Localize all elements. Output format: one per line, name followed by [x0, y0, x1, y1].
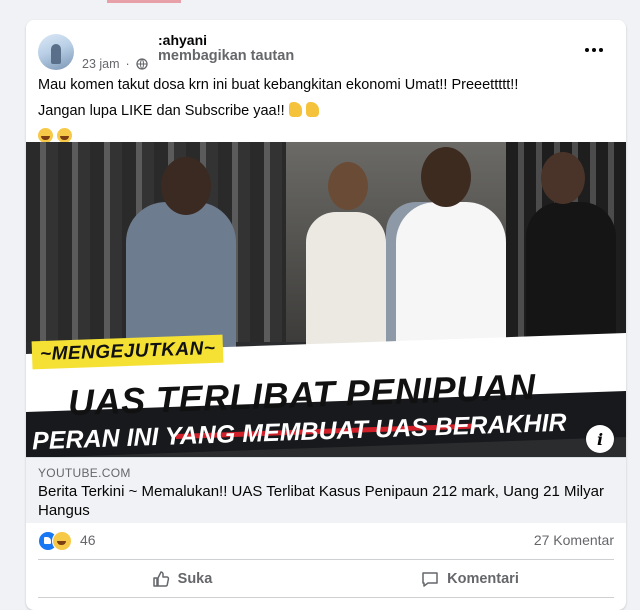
comment-count[interactable]: 27 Komentar — [534, 532, 614, 548]
person-figure — [161, 157, 211, 215]
post-meta: 23 jam · — [82, 57, 148, 71]
comment-button[interactable]: Komentari — [326, 562, 614, 596]
info-icon[interactable]: i — [586, 425, 614, 453]
haha-reaction-icon — [52, 531, 72, 551]
more-options-icon[interactable] — [578, 38, 610, 62]
globe-icon — [136, 58, 148, 70]
thumbs-up-emoji-icon — [288, 102, 302, 117]
like-button[interactable]: Suka — [38, 562, 326, 596]
post-header: :ahyani membagikan tautan 23 jam · — [38, 30, 614, 74]
divider — [38, 559, 614, 560]
laughing-emoji-icon — [38, 128, 53, 143]
action-bar: Suka Komentari — [38, 562, 614, 596]
laughing-emoji-icon — [57, 128, 73, 143]
reaction-count[interactable]: 46 — [80, 532, 96, 548]
thumbs-up-emoji-icon — [305, 102, 319, 117]
post-card: :ahyani membagikan tautan 23 jam · Mau k… — [26, 20, 626, 610]
reaction-icons[interactable] — [38, 531, 74, 551]
link-preview[interactable]: YOUTUBE.COM Berita Terkini ~ Memalukan!!… — [26, 457, 626, 523]
person-figure — [421, 147, 471, 207]
link-domain: YOUTUBE.COM — [38, 466, 131, 480]
comment-button-label: Komentari — [447, 571, 519, 587]
post-time[interactable]: 23 jam — [82, 57, 120, 71]
divider — [38, 597, 614, 598]
link-title[interactable]: Berita Terkini ~ Memalukan!! UAS Terliba… — [38, 482, 613, 520]
author-name[interactable]: :ahyani — [158, 32, 207, 48]
avatar[interactable] — [38, 34, 74, 70]
post-text-line2: Jangan lupa LIKE dan Subscribe yaa!! — [38, 103, 285, 119]
post-stats: 46 27 Komentar — [38, 528, 614, 554]
top-accent-bar — [107, 0, 181, 3]
thumbs-up-icon — [152, 571, 169, 587]
person-figure — [541, 152, 585, 204]
person-figure — [328, 162, 368, 210]
video-thumbnail[interactable]: ~MENGEJUTKAN~ UAS TERLIBAT PENIPUAN PERA… — [26, 142, 626, 457]
comment-icon — [422, 572, 438, 587]
author-action: membagikan tautan — [158, 48, 295, 64]
post-text-line1: Mau komen takut dosa krn ini buat kebang… — [38, 77, 519, 93]
author-line: :ahyani membagikan tautan — [158, 32, 294, 64]
like-button-label: Suka — [177, 571, 213, 587]
post-text-line2-wrap: Jangan lupa LIKE dan Subscribe yaa!! — [38, 101, 614, 121]
